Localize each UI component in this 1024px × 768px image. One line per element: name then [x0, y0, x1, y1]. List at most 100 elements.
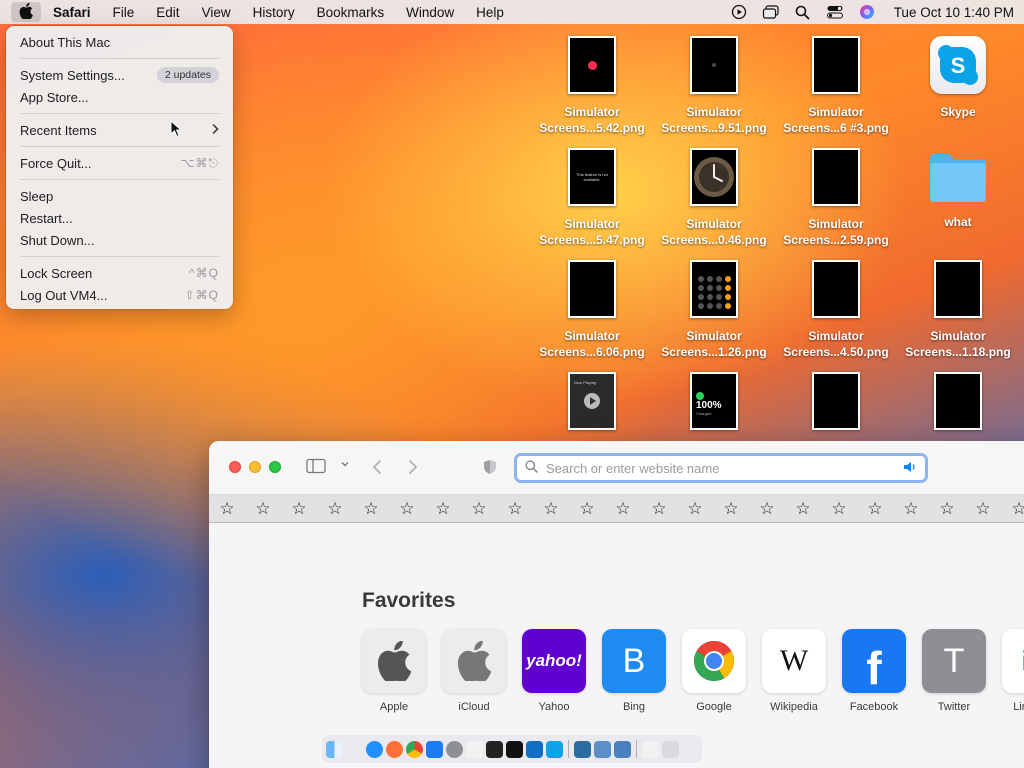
finder-dock-icon[interactable]	[326, 740, 343, 758]
vscode-dock-icon[interactable]	[526, 740, 543, 758]
system-settings-dock-icon[interactable]	[446, 740, 463, 758]
folder-icon-what[interactable]: what	[897, 148, 1019, 230]
menu-item-force-quit[interactable]: Force Quit... ⌥⌘⎋	[12, 152, 227, 174]
favorite-google[interactable]: Google	[682, 629, 746, 713]
desktop-file-icon[interactable]: Simulator Screens...5.42.png	[531, 36, 653, 136]
desktop-file-icon[interactable]: This feature is not available. Simulator…	[531, 148, 653, 248]
desktop-file-icon[interactable]	[897, 372, 1019, 430]
spotlight-search-icon[interactable]	[794, 3, 812, 21]
bookmark-star-icon[interactable]: ☆	[425, 499, 461, 519]
menu-item-recent-items[interactable]: Recent Items	[12, 119, 227, 141]
desktop-file-icon[interactable]: Now Playing	[531, 372, 653, 430]
menu-file[interactable]: File	[102, 5, 146, 20]
favorite-linkedin[interactable]: in LinkedIn	[1002, 629, 1024, 713]
menu-item-lock-screen[interactable]: Lock Screen ^⌘Q	[12, 262, 227, 284]
downloads-dock-icon[interactable]	[574, 740, 591, 758]
terminal-dock-icon[interactable]	[506, 740, 523, 758]
menu-item-system-settings[interactable]: System Settings... 2 updates	[12, 64, 227, 86]
minimize-window-button[interactable]	[249, 461, 261, 473]
xcode-dock-icon[interactable]	[486, 740, 503, 758]
favorite-facebook[interactable]: f Facebook	[842, 629, 906, 713]
desktop-file-icon[interactable]	[775, 372, 897, 430]
close-window-button[interactable]	[229, 461, 241, 473]
bookmark-star-icon[interactable]: ☆	[893, 499, 929, 519]
bookmark-star-icon[interactable]: ☆	[353, 499, 389, 519]
menu-item-restart[interactable]: Restart...	[12, 207, 227, 229]
menu-app-name[interactable]: Safari	[42, 5, 102, 20]
desktop-file-icon[interactable]: Simulator Screens...4.50.png	[775, 260, 897, 360]
menu-bookmarks[interactable]: Bookmarks	[306, 5, 396, 20]
bookmark-star-icon[interactable]: ☆	[821, 499, 857, 519]
favorite-apple[interactable]: Apple	[362, 629, 426, 713]
siri-icon[interactable]	[858, 3, 876, 21]
desktop-file-icon[interactable]: Simulator Screens...6.06.png	[531, 260, 653, 360]
bookmark-star-icon[interactable]: ☆	[677, 499, 713, 519]
desktop-file-icon[interactable]: Simulator Screens...0.46.png	[653, 148, 775, 248]
menu-clock[interactable]: Tue Oct 10 1:40 PM	[894, 5, 1014, 20]
bookmark-star-icon[interactable]: ☆	[461, 499, 497, 519]
menu-edit[interactable]: Edit	[145, 5, 190, 20]
bookmark-star-icon[interactable]: ☆	[209, 499, 245, 519]
bookmark-star-icon[interactable]: ☆	[497, 499, 533, 519]
bookmark-star-icon[interactable]: ☆	[389, 499, 425, 519]
privacy-shield-icon[interactable]	[483, 459, 497, 480]
desktop-file-icon[interactable]: Simulator Screens...1.18.png	[897, 260, 1019, 360]
desktop-file-icon[interactable]: Simulator Screens...9.51.png	[653, 36, 775, 136]
menu-item-app-store[interactable]: App Store...	[12, 86, 227, 108]
apple-menu-button[interactable]	[11, 2, 41, 22]
control-center-icon[interactable]	[826, 3, 844, 21]
bookmark-star-icon[interactable]: ☆	[245, 499, 281, 519]
bookmark-star-icon[interactable]: ☆	[317, 499, 353, 519]
chrome-dock-icon[interactable]	[406, 740, 423, 758]
tab-group-chevron-icon[interactable]	[340, 459, 350, 472]
bookmark-star-icon[interactable]: ☆	[749, 499, 785, 519]
launchpad-dock-icon[interactable]	[346, 740, 363, 758]
safari-dock-icon[interactable]	[366, 740, 383, 758]
screen-recording-icon[interactable]	[730, 3, 748, 21]
zoom-window-button[interactable]	[269, 461, 281, 473]
sidebar-toggle-icon[interactable]	[306, 458, 326, 479]
favorite-wikipedia[interactable]: W Wikipedia	[762, 629, 826, 713]
favorite-yahoo[interactable]: yahoo! Yahoo	[522, 629, 586, 713]
menu-item-about-this-mac[interactable]: About This Mac	[12, 31, 227, 53]
bookmark-star-icon[interactable]: ☆	[569, 499, 605, 519]
bookmark-star-icon[interactable]: ☆	[605, 499, 641, 519]
favorite-icloud[interactable]: iCloud	[442, 629, 506, 713]
desktop-file-icon[interactable]: 100% Charged	[653, 372, 775, 430]
bookmark-star-icon[interactable]: ☆	[929, 499, 965, 519]
skype-dock-icon[interactable]	[546, 740, 563, 758]
bookmark-star-icon[interactable]: ☆	[1001, 499, 1024, 519]
menu-help[interactable]: Help	[465, 5, 515, 20]
firefox-dock-icon[interactable]	[386, 740, 403, 758]
desktop-file-icon[interactable]: Simulator Screens...1.26.png	[653, 260, 775, 360]
forward-icon[interactable]	[407, 459, 419, 480]
bookmark-star-icon[interactable]: ☆	[281, 499, 317, 519]
app-store-dock-icon[interactable]	[426, 740, 443, 758]
back-icon[interactable]	[371, 459, 383, 480]
favorite-bing[interactable]: B Bing	[602, 629, 666, 713]
address-bar[interactable]: Search or enter website name	[514, 453, 928, 483]
desktop-file-icon[interactable]: Simulator Screens...6 #3.png	[775, 36, 897, 136]
bookmark-star-icon[interactable]: ☆	[857, 499, 893, 519]
files-dock-icon[interactable]	[642, 740, 659, 758]
menu-item-log-out[interactable]: Log Out VM4... ⇧⌘Q	[12, 284, 227, 306]
menu-history[interactable]: History	[242, 5, 306, 20]
stack-dock-icon[interactable]	[594, 740, 611, 758]
bookmark-star-icon[interactable]: ☆	[641, 499, 677, 519]
documents-dock-icon[interactable]	[614, 740, 631, 758]
bookmark-star-icon[interactable]: ☆	[785, 499, 821, 519]
menu-item-sleep[interactable]: Sleep	[12, 185, 227, 207]
favorite-twitter[interactable]: T Twitter	[922, 629, 986, 713]
trash-dock-icon[interactable]	[662, 740, 679, 758]
bookmark-star-icon[interactable]: ☆	[965, 499, 1001, 519]
bookmark-star-icon[interactable]: ☆	[713, 499, 749, 519]
skype-app-icon[interactable]: S Skype	[897, 36, 1019, 120]
bookmark-star-icon[interactable]: ☆	[533, 499, 569, 519]
window-stack-icon[interactable]	[762, 3, 780, 21]
desktop-file-icon[interactable]: Simulator Screens...2.59.png	[775, 148, 897, 248]
menu-window[interactable]: Window	[395, 5, 465, 20]
speaker-icon[interactable]	[903, 461, 917, 476]
menu-view[interactable]: View	[191, 5, 242, 20]
menu-item-shut-down[interactable]: Shut Down...	[12, 229, 227, 251]
textedit-dock-icon[interactable]	[466, 740, 483, 758]
